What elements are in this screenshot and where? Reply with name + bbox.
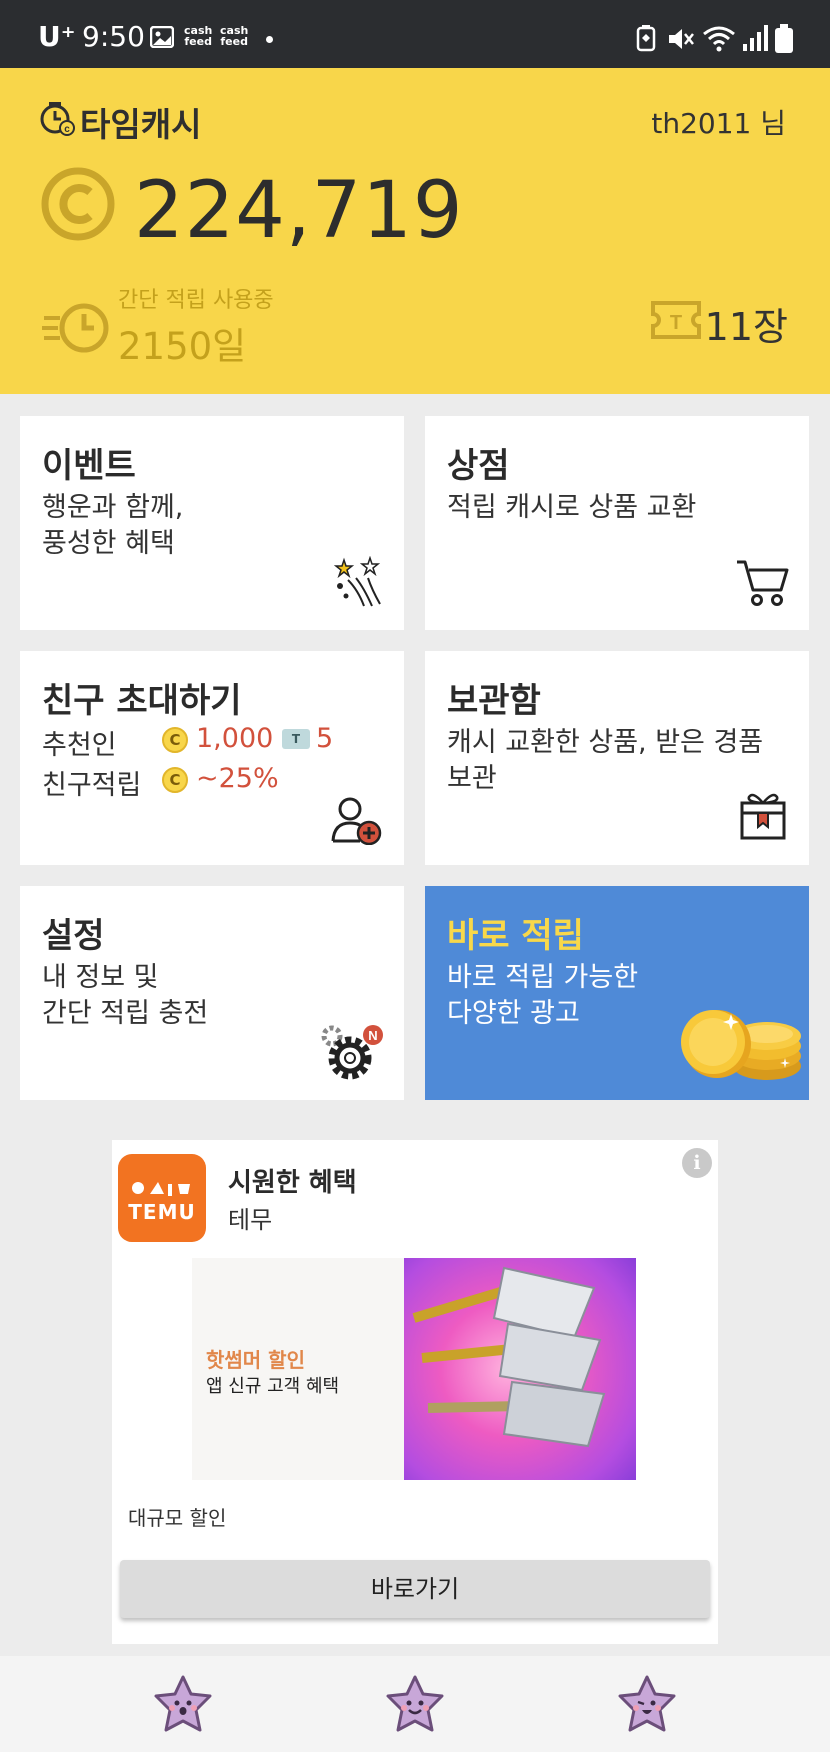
instant-earn-desc: 바로 적립 가능한 다양한 광고: [447, 960, 638, 1032]
temu-logo-text: TEMU: [128, 1200, 196, 1224]
status-time: 9:50: [82, 20, 145, 53]
gear-icon: N: [321, 1025, 383, 1080]
ad-cta-button[interactable]: 바로가기: [120, 1560, 710, 1618]
app-title: 타임캐시: [80, 105, 202, 144]
referrer-ticket-value: 5: [316, 723, 334, 754]
referrer-label: 추천인: [42, 730, 117, 761]
shop-desc-line: 적립 캐시로 상품 교환: [447, 492, 697, 523]
mute-icon: [669, 29, 694, 49]
battery-icon: [775, 24, 793, 53]
cashfeed-icon-text: feed: [184, 35, 212, 48]
shop-title: 상점: [447, 446, 510, 486]
speed-clock-icon: [42, 303, 109, 353]
timecash-logo-icon: c: [40, 102, 75, 136]
svg-text:T: T: [670, 312, 682, 334]
instant-earn-desc-line: 바로 적립 가능한: [447, 962, 639, 993]
ad-info-icon[interactable]: i: [682, 1148, 712, 1178]
username-label[interactable]: th2011 님: [651, 102, 786, 142]
invite-friends-card[interactable]: 친구 초대하기 추천인 C 1,000 T 5 친구적립 C ~25%: [20, 651, 404, 865]
coin-icon: C: [162, 767, 188, 793]
star-character-icon[interactable]: [616, 1674, 678, 1736]
event-card[interactable]: 이벤트 행운과 함께, 풍성한 혜택: [20, 416, 404, 630]
coin-stack-icon: [681, 1010, 801, 1080]
storage-card[interactable]: 보관함 캐시 교환한 상품, 받은 경품 보관: [425, 651, 809, 865]
temu-logo-icons: [132, 1182, 190, 1196]
battery-saver-icon: [636, 25, 656, 52]
carrier-label: U⁺: [38, 20, 76, 53]
invite-title: 친구 초대하기: [42, 681, 242, 721]
friend-earn-value: ~25%: [196, 763, 279, 794]
ad-unit[interactable]: TEMU 시원한 혜택 테무 i 핫썸머 할인 앱 신규 고객 혜택 대규모 할…: [112, 1140, 718, 1644]
settings-desc-line: 내 정보 및: [42, 962, 159, 993]
cash-balance: 224,719: [134, 166, 464, 256]
fireworks-icon: [334, 556, 381, 607]
storage-title: 보관함: [447, 681, 541, 721]
event-title: 이벤트: [42, 446, 136, 486]
storage-desc-line: 캐시 교환한 상품, 받은 경품: [447, 727, 764, 758]
ad-banner-product-image: [404, 1258, 636, 1480]
friend-earn-label: 친구적립: [42, 770, 142, 801]
event-desc-line: 행운과 함께,: [42, 492, 184, 523]
new-badge: N: [368, 1028, 377, 1043]
add-user-icon: [331, 797, 382, 845]
storage-desc-line: 보관: [447, 763, 497, 794]
ad-advertiser: 테무: [228, 1206, 273, 1234]
quick-earn-days: 2150일: [118, 325, 247, 368]
ad-banner-subline: 앱 신규 고객 혜택: [206, 1376, 340, 1397]
instant-earn-desc-line: 다양한 광고: [447, 998, 580, 1029]
temu-logo[interactable]: TEMU: [118, 1154, 206, 1242]
status-bar: U⁺ 9:50 cash feed cash feed: [0, 0, 830, 68]
gallery-icon: [150, 26, 174, 48]
svg-text:c: c: [64, 124, 70, 135]
star-character-icon[interactable]: [152, 1674, 214, 1736]
shop-desc: 적립 캐시로 상품 교환: [447, 490, 696, 526]
ad-banner-headline: 핫썸머 할인: [206, 1348, 305, 1372]
settings-desc: 내 정보 및 간단 적립 충전: [42, 960, 208, 1032]
ticket-icon: T: [651, 301, 701, 339]
quick-earn-status: 간단 적립 사용중: [118, 288, 274, 313]
storage-desc: 캐시 교환한 상품, 받은 경품 보관: [447, 725, 763, 797]
wifi-icon: [703, 26, 735, 52]
cashfeed-icon-text: feed: [220, 35, 248, 48]
settings-card[interactable]: 설정 내 정보 및 간단 적립 충전 N: [20, 886, 404, 1100]
settings-title: 설정: [42, 916, 105, 956]
notification-dot: [266, 36, 273, 43]
event-desc-line: 풍성한 혜택: [42, 528, 175, 559]
ad-title[interactable]: 시원한 혜택: [228, 1162, 357, 1199]
ticket-icon: T: [282, 729, 310, 749]
star-character-icon[interactable]: [384, 1674, 446, 1736]
ticket-count[interactable]: 11장: [705, 296, 788, 351]
gift-box-icon: [740, 793, 786, 840]
settings-desc-line: 간단 적립 충전: [42, 998, 209, 1029]
ad-banner-image[interactable]: 핫썸머 할인 앱 신규 고객 혜택: [192, 1258, 636, 1480]
ad-banner-text-panel: 핫썸머 할인 앱 신규 고객 혜택: [192, 1258, 404, 1480]
golf-club-icon: [412, 1266, 606, 1448]
coin-icon: [41, 167, 115, 241]
cashfeed-icon: cash feed: [184, 25, 212, 47]
signal-icon: [743, 25, 768, 51]
ad-caption: 대규모 할인: [128, 1506, 227, 1530]
instant-earn-card[interactable]: 바로 적립 바로 적립 가능한 다양한 광고: [425, 886, 809, 1100]
shopping-cart-icon: [737, 560, 789, 606]
balance-header: c 타임캐시 th2011 님 224,719 간단 적립 사용중 2150일 …: [0, 68, 830, 394]
referrer-cash-value: 1,000: [196, 723, 274, 754]
cashfeed-icon: cash feed: [220, 25, 248, 47]
coin-icon: C: [162, 727, 188, 753]
bottom-nav: [0, 1656, 830, 1752]
instant-earn-title: 바로 적립: [447, 916, 584, 956]
shop-card[interactable]: 상점 적립 캐시로 상품 교환: [425, 416, 809, 630]
event-desc: 행운과 함께, 풍성한 혜택: [42, 490, 183, 562]
